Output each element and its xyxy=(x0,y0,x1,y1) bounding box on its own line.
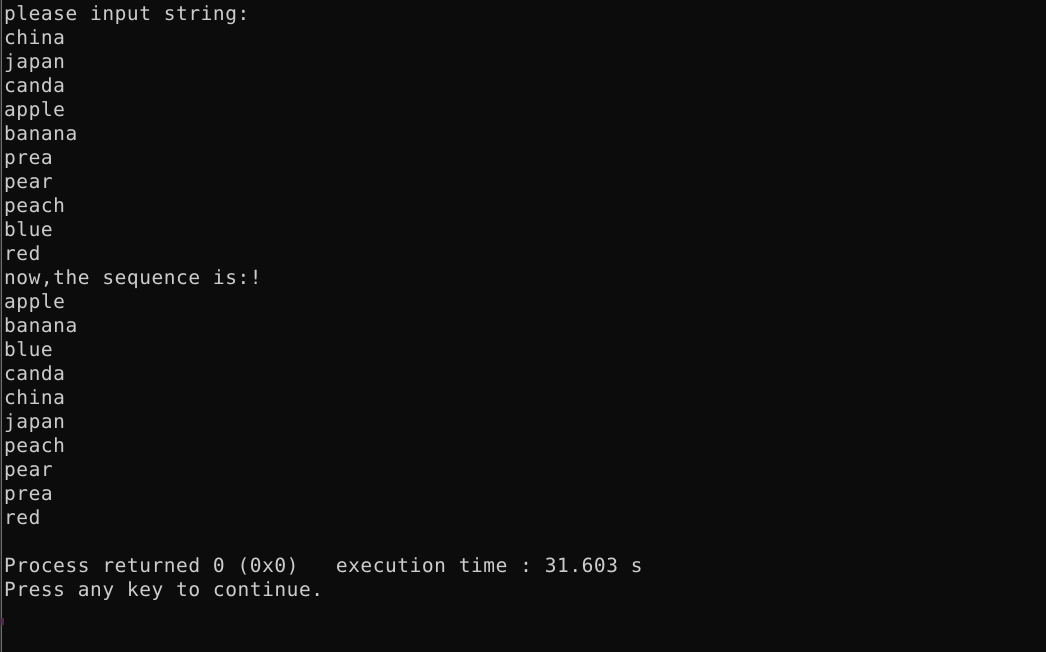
console-line-input-word: apple xyxy=(4,98,66,121)
console-line-prompt: please input string: xyxy=(4,2,250,25)
console-line-sorted-word: china xyxy=(4,386,66,409)
console-line-sorted-word: peach xyxy=(4,434,66,457)
console-line-sorted-word: prea xyxy=(4,482,54,505)
console-line-process-returned: Process returned 0 (0x0) execution time … xyxy=(4,554,644,577)
console-line-input-word: red xyxy=(4,242,41,265)
console-line-input-word: china xyxy=(4,26,66,49)
console-line-sorted-word: pear xyxy=(4,458,54,481)
console-line-input-word: prea xyxy=(4,146,54,169)
console-line-sorted-word: canda xyxy=(4,362,66,385)
console-line-sorted-word: red xyxy=(4,506,41,529)
console-line-input-word: blue xyxy=(4,218,54,241)
console-line-blank xyxy=(4,530,1046,554)
console-line-sorted-word: blue xyxy=(4,338,54,361)
console-output-text: please input string: china japan canda a… xyxy=(0,0,1046,652)
console-line-sorted-word: banana xyxy=(4,314,78,337)
console-line-press-any-key: Press any key to continue. xyxy=(4,578,324,601)
console-line-sorted-word: apple xyxy=(4,290,66,313)
console-line-input-word: peach xyxy=(4,194,66,217)
console-line-input-word: japan xyxy=(4,50,66,73)
console-line-input-word: banana xyxy=(4,122,78,145)
console-window[interactable]: please input string: china japan canda a… xyxy=(0,0,1046,652)
console-line-sorted-word: japan xyxy=(4,410,66,433)
console-line-input-word: canda xyxy=(4,74,66,97)
console-line-input-word: pear xyxy=(4,170,54,193)
console-line-sequence-heading: now,the sequence is:! xyxy=(4,266,263,289)
